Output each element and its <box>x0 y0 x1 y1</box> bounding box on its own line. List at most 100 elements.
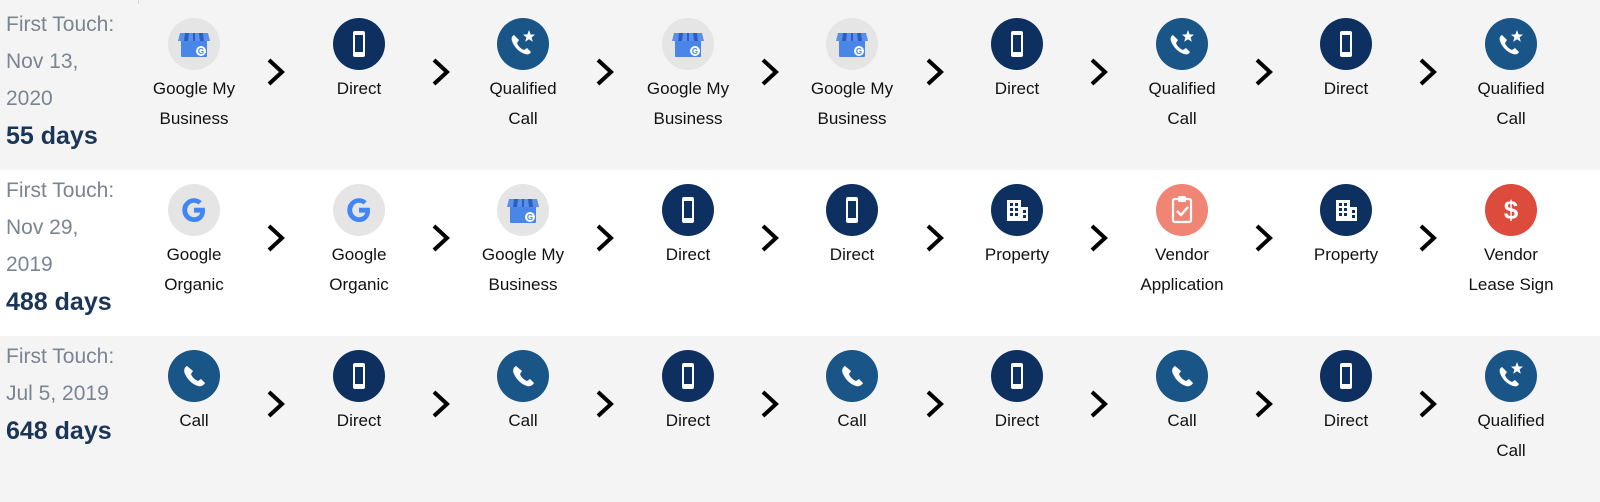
step-label: Google My <box>481 245 565 264</box>
google-g-icon <box>168 184 220 236</box>
svg-text:G: G <box>527 213 533 222</box>
step-label: Vendor <box>1155 245 1209 264</box>
step-label: Google <box>166 245 222 264</box>
step-label: Qualified <box>489 79 557 98</box>
step-label: Direct <box>994 411 1040 430</box>
journey-summary: First Touch: Jul 5, 2019 648 days <box>6 338 134 448</box>
step-label-line2: Call <box>508 109 538 128</box>
mobile-phone-icon <box>662 184 714 236</box>
step-label: Direct <box>994 79 1040 98</box>
journey-step: Call <box>448 350 598 436</box>
step-label: Qualified <box>1477 79 1545 98</box>
google-my-business-icon: G <box>662 18 714 70</box>
mobile-phone-icon <box>1320 18 1372 70</box>
step-label: Call <box>1167 411 1197 430</box>
step-label: Call <box>837 411 867 430</box>
phone-call-icon <box>826 350 878 402</box>
step-label-line2: Business <box>653 109 723 128</box>
step-label: Direct <box>336 79 382 98</box>
qualified-call-icon <box>497 18 549 70</box>
step-label-line2: Application <box>1140 275 1224 294</box>
step-label-line2: Call <box>1496 441 1526 460</box>
qualified-call-icon <box>1485 350 1537 402</box>
mobile-phone-icon <box>1320 350 1372 402</box>
step-label-line2: Organic <box>164 275 224 294</box>
journey-summary: First Touch: Nov 29, 2019 488 days <box>6 172 134 319</box>
journey-step: Direct <box>613 350 763 436</box>
step-label: Direct <box>665 411 711 430</box>
svg-text:$: $ <box>1504 195 1519 225</box>
step-label: Google My <box>646 79 730 98</box>
clipboard-check-icon <box>1156 184 1208 236</box>
first-touch-date: Jul 5, 2019 <box>6 382 109 405</box>
journey-duration: 648 days <box>6 417 112 445</box>
journey-step: Vendor Application <box>1107 184 1257 300</box>
journey-step: Direct <box>942 18 1092 104</box>
first-touch-date: Nov 29, <box>6 216 79 239</box>
svg-text:G: G <box>856 47 862 56</box>
step-label: Call <box>179 411 209 430</box>
google-my-business-icon: G <box>168 18 220 70</box>
step-label: Property <box>1313 245 1379 264</box>
journey-step: Direct <box>284 350 434 436</box>
step-label: Qualified <box>1148 79 1216 98</box>
journey-step: Qualified Call <box>448 18 598 134</box>
journey-step: Call <box>1107 350 1257 436</box>
journey-row: First Touch: Nov 13, 2020 55 days G Googl… <box>0 4 1600 170</box>
journey-step: Google Organic <box>119 184 269 300</box>
journey-duration: 488 days <box>6 288 112 316</box>
step-label: Direct <box>829 245 875 264</box>
journey-duration: 55 days <box>6 122 98 150</box>
step-label: Direct <box>665 245 711 264</box>
step-label: Qualified <box>1477 411 1545 430</box>
step-label: Google My <box>810 79 894 98</box>
step-label: Property <box>984 245 1050 264</box>
svg-text:G: G <box>198 47 204 56</box>
qualified-call-icon <box>1485 18 1537 70</box>
journey-step: Direct <box>942 350 1092 436</box>
step-label-line2: Lease Sign <box>1468 275 1554 294</box>
mobile-phone-icon <box>333 18 385 70</box>
journey-step: Call <box>119 350 269 436</box>
building-icon <box>1320 184 1372 236</box>
phone-call-icon <box>168 350 220 402</box>
journey-row: First Touch: Nov 29, 2019 488 days Googl… <box>0 170 1600 336</box>
journey-step: Direct <box>284 18 434 104</box>
step-label-line2: Call <box>1496 109 1526 128</box>
journey-step: $ Vendor Lease Sign <box>1436 184 1586 300</box>
step-label: Call <box>508 411 538 430</box>
journey-step: Qualified Call <box>1107 18 1257 134</box>
step-label-line2: Business <box>817 109 887 128</box>
step-label-line2: Call <box>1167 109 1197 128</box>
phone-call-icon <box>1156 350 1208 402</box>
journey-step: Direct <box>1271 18 1421 104</box>
google-my-business-icon: G <box>826 18 878 70</box>
phone-call-icon <box>497 350 549 402</box>
first-touch-label: First Touch: <box>6 13 115 36</box>
dollar-icon: $ <box>1485 184 1537 236</box>
step-label-line2: Organic <box>329 275 389 294</box>
mobile-phone-icon <box>826 184 878 236</box>
google-my-business-icon: G <box>497 184 549 236</box>
step-label-line2: Business <box>488 275 558 294</box>
step-label: Direct <box>1323 79 1369 98</box>
step-label: Google <box>331 245 387 264</box>
journey-step: G Google My Business <box>613 18 763 134</box>
mobile-phone-icon <box>662 350 714 402</box>
step-label: Vendor <box>1484 245 1538 264</box>
journey-step: Property <box>1271 184 1421 270</box>
first-touch-label: First Touch: <box>6 179 115 202</box>
journey-step: Qualified Call <box>1436 350 1586 466</box>
journey-step: Qualified Call <box>1436 18 1586 134</box>
journey-step: Google Organic <box>284 184 434 300</box>
step-label: Direct <box>336 411 382 430</box>
first-touch-label: First Touch: <box>6 345 115 368</box>
step-label: Google My <box>152 79 236 98</box>
journey-step: G Google My Business <box>777 18 927 134</box>
journey-step: Call <box>777 350 927 436</box>
mobile-phone-icon <box>991 18 1043 70</box>
journey-step: G Google My Business <box>448 184 598 300</box>
journey-step: Property <box>942 184 1092 270</box>
journey-step: Direct <box>613 184 763 270</box>
journey-row: First Touch: Jul 5, 2019 648 days Call Di… <box>0 336 1600 502</box>
